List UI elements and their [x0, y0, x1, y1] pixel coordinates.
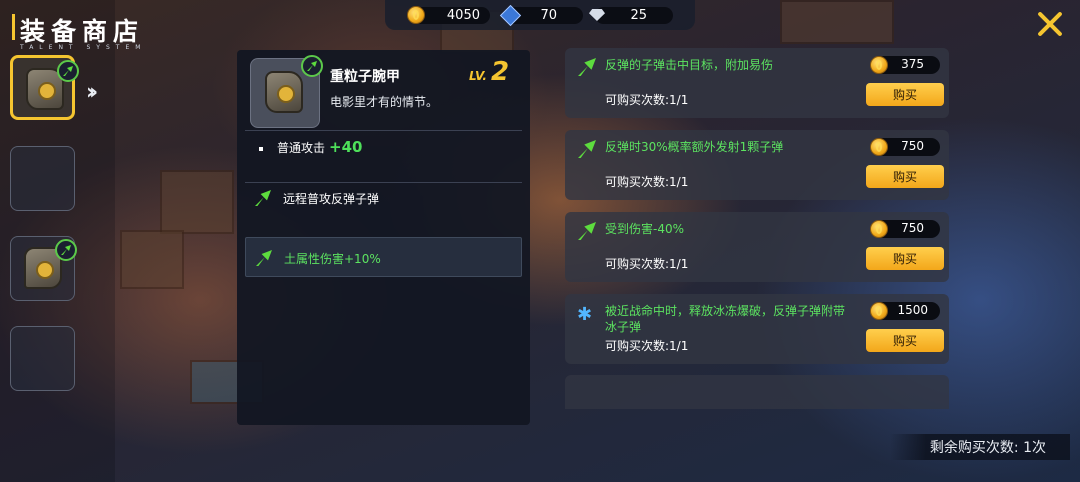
price-value: 1500	[897, 303, 928, 317]
blue-gem-icon	[499, 4, 522, 27]
upgrade-badge-icon	[301, 55, 323, 77]
arrow-upgrade-icon	[256, 250, 272, 266]
price-tag: 750	[870, 138, 940, 156]
upgrade-badge-icon	[57, 60, 79, 82]
stat-label: 普通攻击	[277, 141, 326, 155]
chevron-right-icon: ››	[86, 80, 98, 105]
title-accent-bar	[12, 14, 15, 40]
shop-item-card: 反弹的子弹击中目标，附加易伤 可购买次数:1/1 375 购买	[565, 48, 949, 118]
purchase-count: 可购买次数:1/1	[605, 339, 689, 353]
gold-coin-icon	[870, 56, 888, 74]
arrow-upgrade-icon	[578, 222, 596, 240]
equipment-slot-2[interactable]	[10, 146, 75, 211]
price-value: 750	[901, 221, 924, 235]
stat-value: +40	[329, 138, 363, 156]
perk-row-highlighted: 土属性伤害+10%	[245, 237, 522, 277]
gem-amount: 70	[540, 8, 557, 23]
price-tag: 1500	[870, 302, 940, 320]
price-value: 750	[901, 139, 924, 153]
level-prefix: LV.	[469, 69, 487, 83]
buy-button[interactable]: 购买	[866, 329, 944, 352]
gold-coin-icon	[870, 220, 888, 238]
equipment-slot-3[interactable]	[10, 236, 77, 301]
detail-item-frame	[250, 55, 323, 128]
item-description: 电影里才有的情节。	[330, 95, 439, 109]
perk-text: 远程普攻反弹子弹	[283, 192, 380, 206]
bullet-icon	[259, 146, 263, 151]
price-tag: 375	[870, 56, 940, 74]
gem-currency: 70	[499, 4, 583, 27]
gold-currency: 4050	[407, 6, 490, 24]
page-title: 装备商店	[20, 17, 145, 46]
shop-item-card-partial	[565, 375, 949, 409]
page-subtitle: TALENT SYSTEM	[20, 44, 147, 51]
snowflake-icon: ✱	[577, 304, 593, 325]
price-value: 375	[901, 57, 924, 71]
diamond-currency: 25	[589, 7, 673, 24]
upgrade-badge-icon	[55, 239, 77, 261]
gold-coin-icon	[407, 6, 425, 24]
shop-item-text: 被近战命中时，释放冰冻爆破，反弹子弹附带冰子弹	[605, 304, 846, 334]
purchase-count: 可购买次数:1/1	[605, 257, 689, 271]
gold-amount: 4050	[446, 8, 480, 23]
gold-coin-icon	[870, 138, 888, 156]
purchase-count: 可购买次数:1/1	[605, 175, 689, 189]
shop-item-card: 反弹时30%概率额外发射1颗子弹 可购买次数:1/1 750 购买	[565, 130, 949, 200]
shop-item-card: ✱ 被近战命中时，释放冰冻爆破，反弹子弹附带冰子弹 可购买次数:1/1 1500…	[565, 294, 949, 364]
currency-bar: 4050 70 25	[385, 0, 695, 30]
purchase-count: 可购买次数:1/1	[605, 93, 689, 107]
price-tag: 750	[870, 220, 940, 238]
item-name: 重粒子腕甲	[330, 69, 400, 85]
equipment-slot-4[interactable]	[10, 326, 75, 391]
diamond-amount: 25	[630, 8, 647, 23]
divider	[245, 130, 522, 131]
equipment-slot-1[interactable]	[10, 55, 79, 120]
item-detail-panel: 重粒子腕甲 电影里才有的情节。 LV. 2 普通攻击 +40 远程普攻反弹子弹 土…	[237, 50, 530, 425]
close-icon[interactable]	[1034, 8, 1066, 40]
shop-item-text: 受到伤害-40%	[605, 222, 685, 236]
stat-row: 普通攻击 +40	[259, 138, 362, 156]
level-number: 2	[491, 57, 510, 87]
diamond-icon	[589, 9, 605, 21]
buy-button[interactable]: 购买	[866, 165, 944, 188]
remaining-purchases: 剩余购买次数: 1次	[889, 434, 1070, 460]
shop-item-text: 反弹时30%概率额外发射1颗子弹	[605, 140, 784, 154]
perk-row: 远程普攻反弹子弹	[245, 178, 522, 218]
arrow-upgrade-icon	[578, 140, 596, 158]
perk-text: 土属性伤害+10%	[284, 252, 381, 266]
gold-coin-icon	[870, 302, 888, 320]
bracer-item-icon	[265, 71, 303, 113]
arrow-upgrade-icon	[578, 58, 596, 76]
shop-item-card: 受到伤害-40% 可购买次数:1/1 750 购买	[565, 212, 949, 282]
shop-item-text: 反弹的子弹击中目标，附加易伤	[605, 58, 774, 72]
arrow-upgrade-icon	[255, 190, 271, 206]
buy-button[interactable]: 购买	[866, 83, 944, 106]
buy-button[interactable]: 购买	[866, 247, 944, 270]
